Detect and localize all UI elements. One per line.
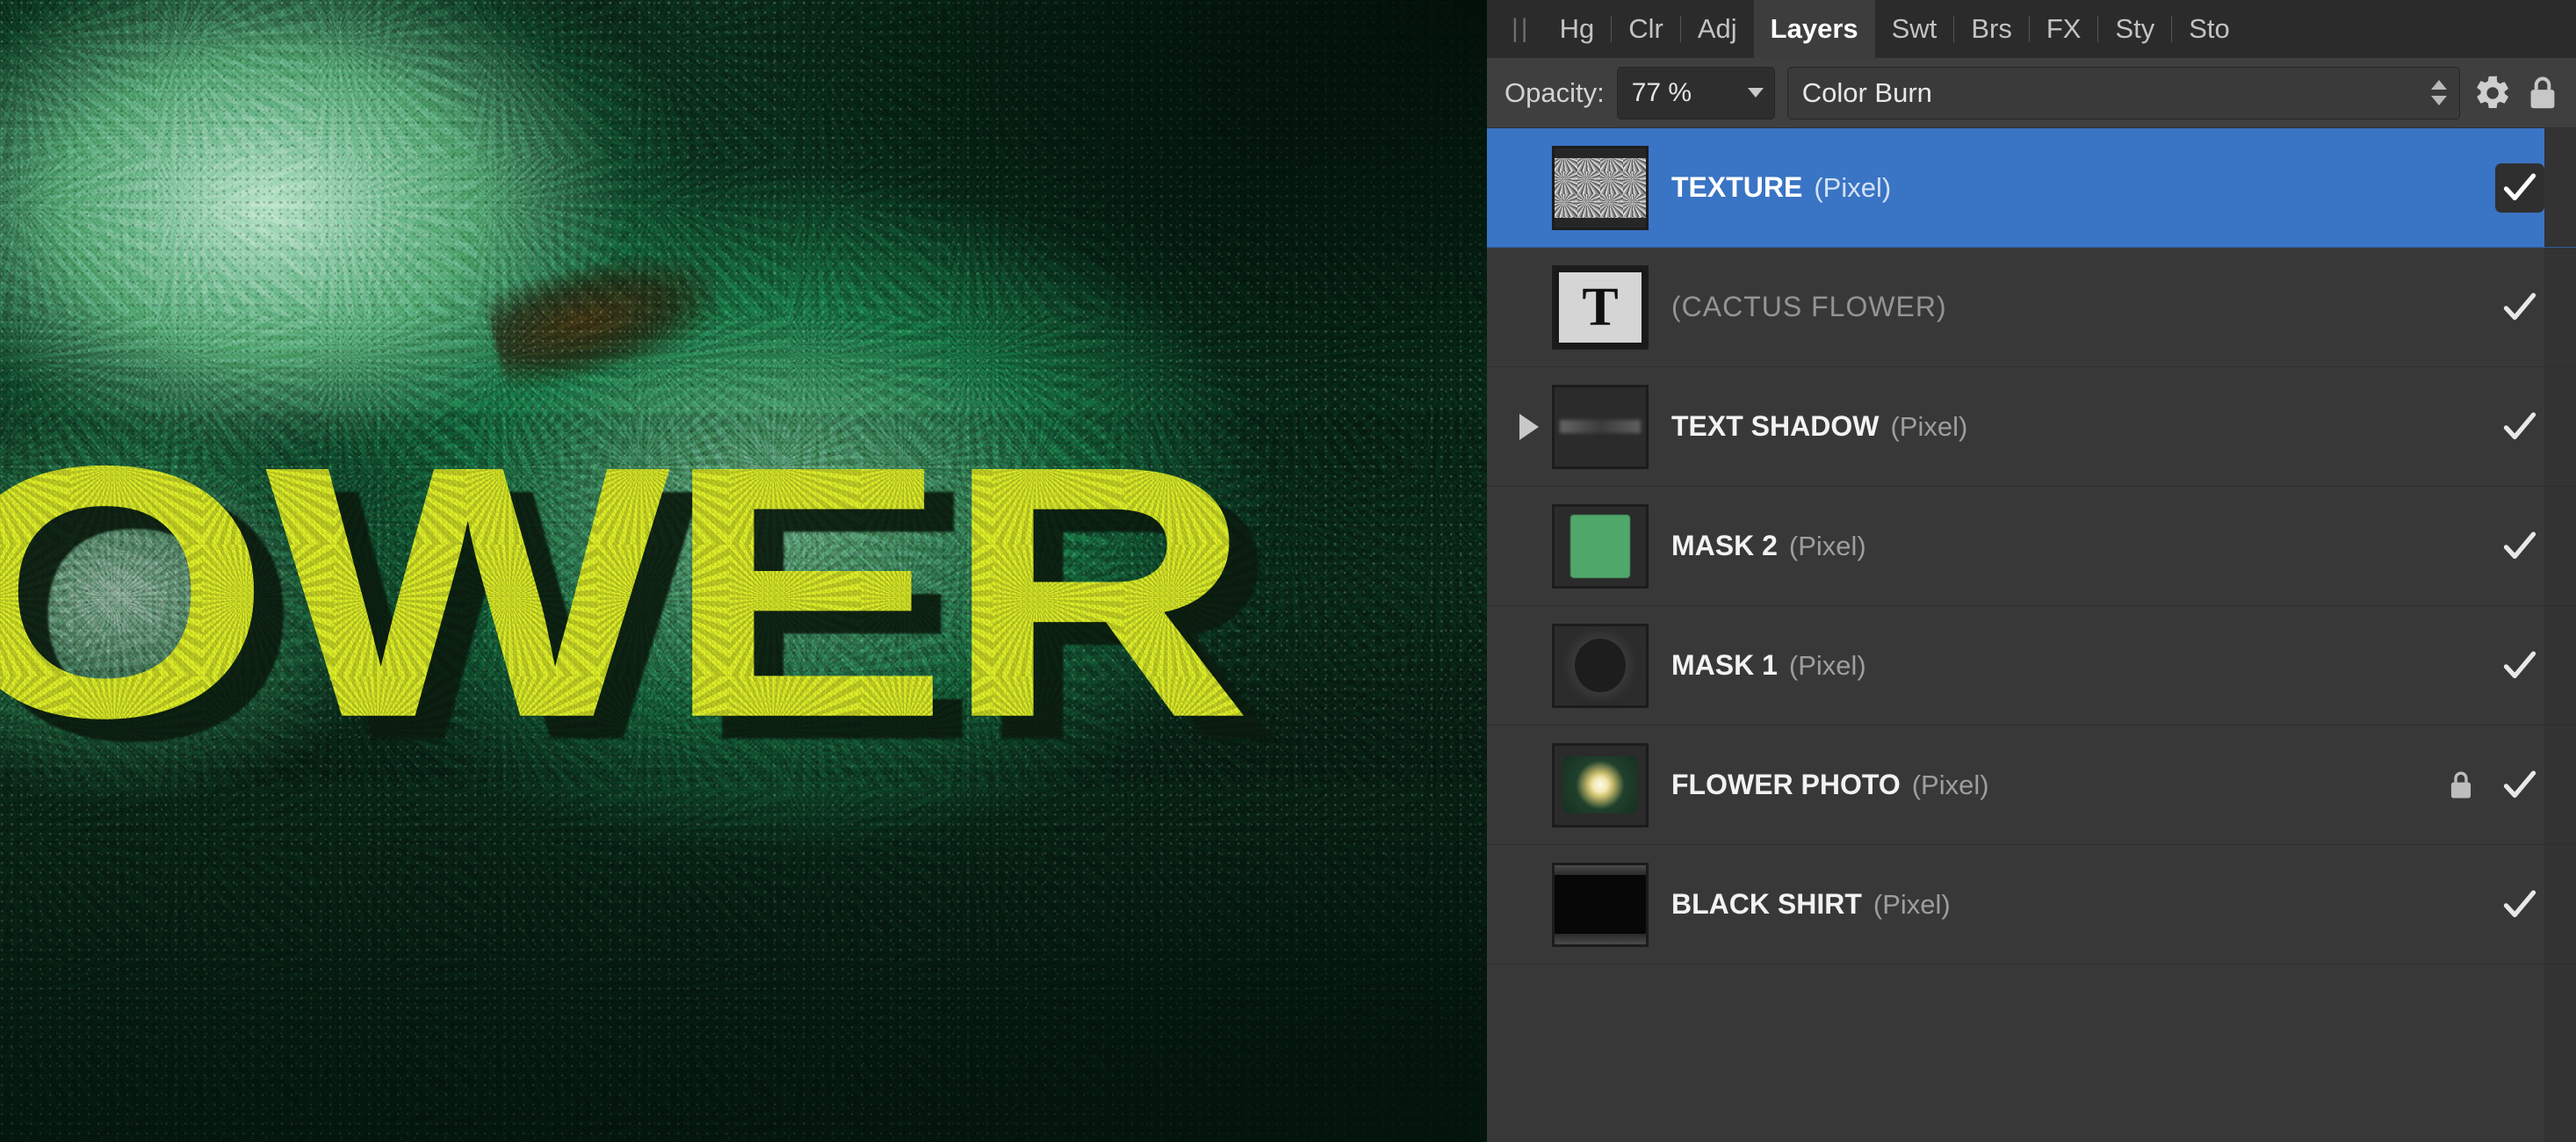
stepper-down-icon[interactable]	[2431, 96, 2447, 105]
layer-properties-toolbar: Opacity: 77 % Color Burn	[1487, 58, 2576, 128]
mask-thumb-icon	[1555, 625, 1646, 705]
opacity-input[interactable]: 77 %	[1616, 66, 1775, 119]
panel-right-gutter	[2544, 128, 2576, 247]
layer-label-group: TEXTURE (Pixel)	[1671, 171, 2495, 204]
stepper-up-icon[interactable]	[2431, 80, 2447, 90]
layer-thumbnail[interactable]	[1552, 862, 1649, 947]
layer-row[interactable]: TEXTURE (Pixel)	[1487, 128, 2576, 248]
layer-name: TEXTURE	[1671, 171, 1803, 203]
layer-name: MASK 1	[1671, 649, 1778, 681]
layer-thumbnail[interactable]	[1552, 623, 1649, 708]
layer-kind: (Pixel)	[1788, 531, 1866, 561]
panel-right-gutter	[2544, 367, 2576, 486]
layer-kind: (Pixel)	[1788, 650, 1866, 681]
layer-visibility-checkbox[interactable]	[2495, 641, 2544, 690]
layer-visibility-checkbox[interactable]	[2495, 163, 2544, 213]
black-shirt-thumb-icon	[1555, 864, 1646, 944]
blend-mode-value: Color Burn	[1801, 76, 1932, 108]
tab-fx[interactable]: FX	[2030, 0, 2098, 58]
tab-adj[interactable]: Adj	[1681, 0, 1754, 58]
layer-row[interactable]: MASK 1 (Pixel)	[1487, 606, 2576, 726]
layer-label-group: MASK 2 (Pixel)	[1671, 530, 2495, 562]
layer-thumbnail[interactable]: T	[1552, 264, 1649, 350]
layer-label-group: (CACTUS FLOWER)	[1671, 291, 2495, 323]
tab-sty[interactable]: Sty	[2098, 0, 2171, 58]
layer-kind: (Pixel)	[1872, 889, 1951, 920]
app-root: OWER OWER || Hg Clr Adj Layers Swt Brs F…	[0, 0, 2576, 1142]
layer-visibility-checkbox[interactable]	[2495, 880, 2544, 929]
layer-row[interactable]: T (CACTUS FLOWER)	[1487, 248, 2576, 367]
layer-list[interactable]: TEXTURE (Pixel) T (CACTUS FLOWER) TEXT S…	[1487, 128, 2576, 1142]
opacity-label: Opacity:	[1504, 76, 1605, 108]
layer-kind: (Pixel)	[1911, 770, 1989, 800]
document-canvas[interactable]: OWER OWER	[0, 0, 1487, 1142]
layer-thumbnail[interactable]	[1552, 145, 1649, 230]
opacity-value: 77 %	[1631, 77, 1692, 107]
tab-brs[interactable]: Brs	[1954, 0, 2029, 58]
panel-drag-handle[interactable]: ||	[1508, 0, 1543, 58]
layer-thumbnail[interactable]	[1552, 742, 1649, 828]
layer-name: (CACTUS FLOWER)	[1671, 291, 1947, 322]
photo-thumb-icon	[1555, 745, 1646, 825]
layer-row[interactable]: FLOWER PHOTO (Pixel)	[1487, 726, 2576, 845]
tab-sto[interactable]: Sto	[2172, 0, 2247, 58]
layer-kind: (Pixel)	[1890, 411, 1968, 442]
layer-thumbnail[interactable]	[1552, 384, 1649, 469]
gear-icon[interactable]	[2472, 73, 2513, 113]
panel-right-gutter	[2544, 248, 2576, 366]
green-mask-thumb-icon	[1555, 506, 1646, 586]
layer-label-group: MASK 1 (Pixel)	[1671, 649, 2495, 682]
layer-visibility-checkbox[interactable]	[2495, 402, 2544, 452]
layer-row[interactable]: TEXT SHADOW (Pixel)	[1487, 367, 2576, 487]
layer-row[interactable]: MASK 2 (Pixel)	[1487, 487, 2576, 606]
panel-right-gutter	[2544, 965, 2576, 1142]
layer-name: TEXT SHADOW	[1671, 410, 1880, 442]
blend-mode-select[interactable]: Color Burn	[1786, 66, 2460, 119]
layer-visibility-checkbox[interactable]	[2495, 522, 2544, 571]
stepper-arrows-icon[interactable]	[2431, 80, 2447, 105]
layer-name: MASK 2	[1671, 530, 1778, 561]
artwork-headline: OWER OWER	[0, 391, 1487, 793]
tab-clr[interactable]: Clr	[1612, 0, 1680, 58]
panel-right-gutter	[2544, 726, 2576, 844]
panel-tab-strip: || Hg Clr Adj Layers Swt Brs FX Sty Sto	[1487, 0, 2576, 58]
layer-kind: (Pixel)	[1814, 172, 1892, 203]
tab-layers[interactable]: Layers	[1753, 0, 1875, 58]
tab-swt[interactable]: Swt	[1875, 0, 1954, 58]
layer-visibility-checkbox[interactable]	[2495, 283, 2544, 332]
layer-name: FLOWER PHOTO	[1671, 769, 1901, 800]
layer-name: BLACK SHIRT	[1671, 888, 1862, 920]
layer-expand-toggle[interactable]	[1506, 413, 1552, 440]
artwork-headline-fill: OWER	[0, 391, 1252, 792]
panel-right-gutter	[2544, 845, 2576, 964]
layers-panel: || Hg Clr Adj Layers Swt Brs FX Sty Sto …	[1487, 0, 2576, 1142]
lock-icon[interactable]	[2525, 73, 2560, 113]
text-layer-thumb-icon: T	[1555, 267, 1646, 347]
panel-right-gutter	[2544, 606, 2576, 725]
layer-visibility-checkbox[interactable]	[2495, 761, 2544, 810]
layer-label-group: FLOWER PHOTO (Pixel)	[1671, 769, 2446, 801]
chevron-down-icon[interactable]	[1747, 88, 1764, 98]
layer-label-group: TEXT SHADOW (Pixel)	[1671, 410, 2495, 443]
panel-right-gutter	[2544, 487, 2576, 605]
layer-thumbnail[interactable]	[1552, 503, 1649, 589]
layer-label-group: BLACK SHIRT (Pixel)	[1671, 888, 2495, 921]
layer-row[interactable]: BLACK SHIRT (Pixel)	[1487, 845, 2576, 965]
shadow-layer-thumb-icon	[1555, 387, 1646, 466]
layer-lock-icon[interactable]	[2446, 767, 2476, 804]
chevron-right-icon[interactable]	[1519, 413, 1539, 440]
noise-texture-thumb-icon	[1555, 148, 1646, 228]
tab-hg[interactable]: Hg	[1543, 0, 1612, 58]
